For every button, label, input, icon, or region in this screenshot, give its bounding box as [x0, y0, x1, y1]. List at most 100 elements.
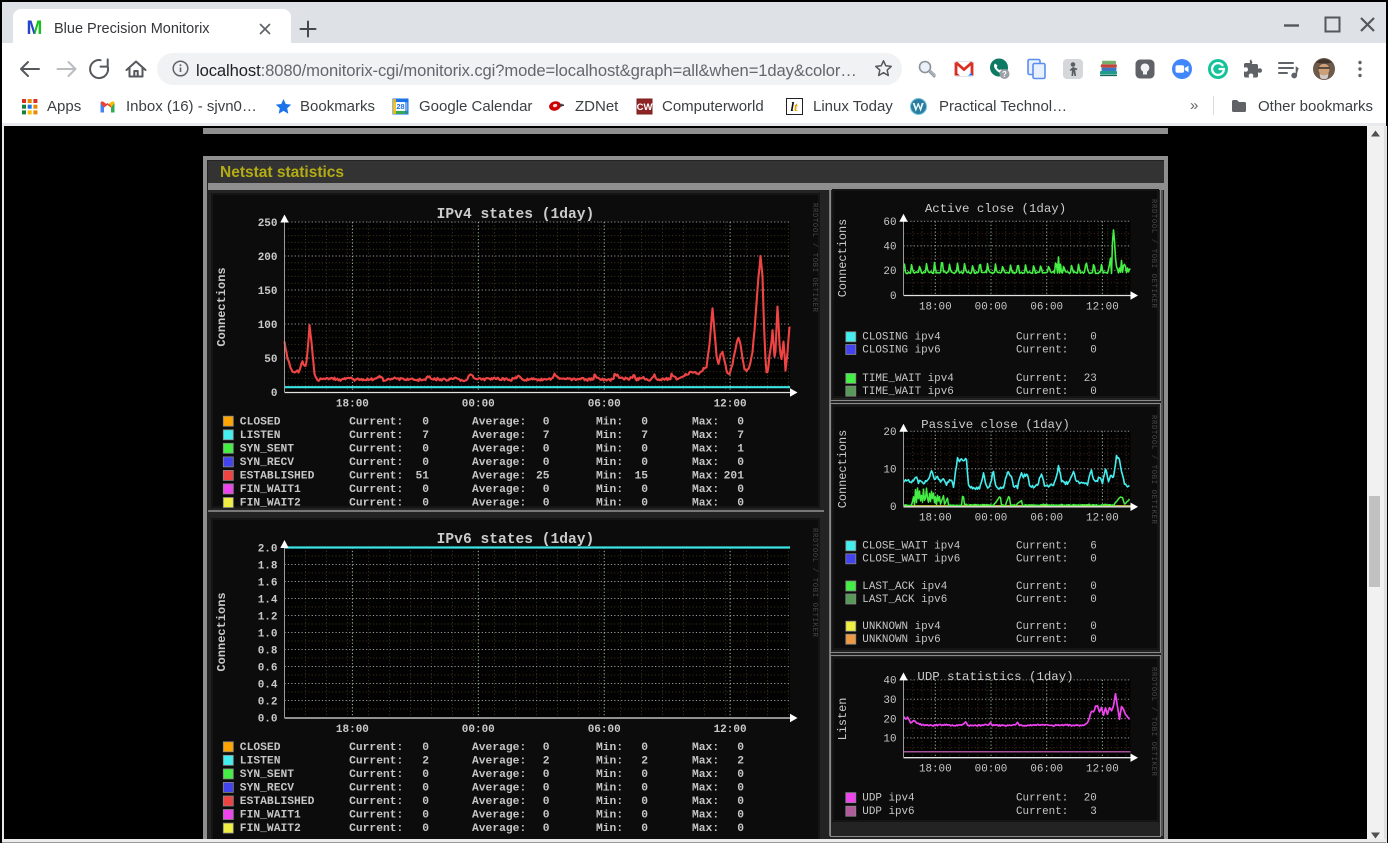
svg-text:60: 60: [883, 217, 896, 229]
svg-text:0: 0: [737, 742, 744, 754]
svg-text:20: 20: [883, 427, 896, 439]
svg-text:SYN_RECV: SYN_RECV: [240, 457, 294, 469]
svg-text:23: 23: [1084, 373, 1097, 385]
svg-text:0: 0: [641, 810, 648, 822]
svg-text:15: 15: [634, 471, 648, 483]
svg-text:00:00: 00:00: [975, 301, 1008, 313]
svg-text:Current:: Current:: [349, 756, 403, 768]
svg-text:28: 28: [396, 102, 404, 111]
svg-text:Max:: Max:: [692, 443, 719, 455]
svg-text:Current:: Current:: [1016, 634, 1068, 646]
svg-text:0: 0: [543, 443, 550, 455]
svg-text:Average:: Average:: [472, 756, 526, 768]
svg-text:0: 0: [422, 796, 429, 808]
svg-text:SYN_SENT: SYN_SENT: [240, 443, 294, 455]
svg-text:150: 150: [258, 286, 278, 298]
svg-text:Current:: Current:: [349, 769, 403, 781]
svg-text:0: 0: [422, 823, 429, 835]
svg-text:0: 0: [1090, 344, 1097, 356]
svg-text:Current:: Current:: [1016, 386, 1068, 398]
svg-text:RRDTOOL / TOBI OETIKER: RRDTOOL / TOBI OETIKER: [810, 528, 818, 638]
svg-text:UNKNOWN ipv4: UNKNOWN ipv4: [862, 621, 940, 633]
svg-text:LAST_ACK ipv4: LAST_ACK ipv4: [862, 581, 947, 593]
svg-text:2.0: 2.0: [258, 543, 278, 555]
svg-text:Min:: Min:: [596, 783, 623, 795]
svg-text:Max:: Max:: [692, 823, 719, 835]
svg-text:FIN_WAIT1: FIN_WAIT1: [240, 484, 301, 496]
svg-text:0: 0: [422, 484, 429, 496]
svg-text:06:00: 06:00: [588, 399, 621, 411]
svg-text:SYN_RECV: SYN_RECV: [240, 783, 294, 795]
svg-text:1.0: 1.0: [258, 628, 278, 640]
svg-text:12:00: 12:00: [1086, 301, 1119, 313]
svg-text:0: 0: [543, 484, 550, 496]
svg-text:UDP ipv6: UDP ipv6: [862, 806, 914, 818]
svg-text:Min:: Min:: [596, 769, 623, 781]
svg-text:0: 0: [737, 796, 744, 808]
svg-text:0: 0: [737, 484, 744, 496]
svg-text:FIN_WAIT1: FIN_WAIT1: [240, 810, 301, 822]
svg-text:Passive close (1day): Passive close (1day): [921, 418, 1070, 432]
svg-text:0.8: 0.8: [258, 645, 278, 657]
svg-text:CLOSING ipv4: CLOSING ipv4: [862, 332, 940, 344]
svg-text:2: 2: [641, 756, 648, 768]
svg-text:0: 0: [737, 457, 744, 469]
svg-text:Min:: Min:: [596, 756, 623, 768]
svg-text:0: 0: [737, 769, 744, 781]
svg-text:Max:: Max:: [692, 498, 719, 508]
svg-text:Active close (1day): Active close (1day): [925, 202, 1066, 216]
svg-text:18:00: 18:00: [919, 764, 952, 776]
svg-text:Average:: Average:: [472, 769, 526, 781]
svg-text:0: 0: [641, 484, 648, 496]
svg-text:IPv6 states (1day): IPv6 states (1day): [437, 532, 595, 548]
svg-text:Current:: Current:: [349, 443, 403, 455]
svg-text:Min:: Min:: [596, 810, 623, 822]
svg-text:00:00: 00:00: [975, 513, 1008, 525]
svg-text:CLOSING ipv6: CLOSING ipv6: [862, 344, 940, 356]
svg-text:40: 40: [883, 242, 896, 254]
svg-text:Min:: Min:: [596, 484, 623, 496]
svg-text:Current:: Current:: [349, 484, 403, 496]
svg-text:0: 0: [543, 498, 550, 508]
svg-text:0: 0: [543, 796, 550, 808]
svg-text:7: 7: [641, 430, 648, 442]
svg-text:0: 0: [422, 810, 429, 822]
svg-text:Connections: Connections: [836, 219, 850, 298]
svg-text:0: 0: [737, 823, 744, 835]
svg-text:Current:: Current:: [349, 498, 403, 508]
svg-text:UDP ipv4: UDP ipv4: [862, 793, 914, 805]
svg-text:Listen: Listen: [836, 698, 850, 741]
svg-text:1.2: 1.2: [258, 611, 278, 623]
svg-text:0: 0: [1090, 386, 1097, 398]
svg-text:TIME_WAIT ipv4: TIME_WAIT ipv4: [862, 373, 954, 385]
svg-text:Min:: Min:: [596, 796, 623, 808]
svg-text:2: 2: [422, 756, 429, 768]
svg-text:Max:: Max:: [692, 484, 719, 496]
svg-text:Max:: Max:: [692, 742, 719, 754]
svg-text:0.0: 0.0: [258, 713, 278, 725]
svg-text:Average:: Average:: [472, 443, 526, 455]
svg-text:Current:: Current:: [349, 810, 403, 822]
svg-text:Average:: Average:: [472, 783, 526, 795]
svg-text:100: 100: [258, 320, 278, 332]
svg-text:Max:: Max:: [692, 457, 719, 469]
svg-text:Current:: Current:: [1016, 621, 1068, 633]
svg-text:0: 0: [1090, 634, 1097, 646]
svg-text:Average:: Average:: [472, 810, 526, 822]
svg-text:Max:: Max:: [692, 810, 719, 822]
svg-text:RRDTOOL / TOBI OETIKER: RRDTOOL / TOBI OETIKER: [1149, 199, 1157, 309]
svg-text:?: ?: [1002, 70, 1007, 79]
svg-text:20: 20: [883, 714, 896, 726]
svg-text:Current:: Current:: [349, 783, 403, 795]
svg-text:RRDTOOL / TOBI OETIKER: RRDTOOL / TOBI OETIKER: [1149, 667, 1157, 777]
svg-text:1: 1: [737, 443, 744, 455]
svg-text:SYN_SENT: SYN_SENT: [240, 769, 294, 781]
svg-text:Current:: Current:: [349, 742, 403, 754]
svg-text:0: 0: [543, 769, 550, 781]
svg-text:18:00: 18:00: [336, 399, 369, 411]
svg-text:Average:: Average:: [472, 742, 526, 754]
svg-text:30: 30: [883, 695, 896, 707]
svg-text:Current:: Current:: [349, 796, 403, 808]
svg-text:00:00: 00:00: [975, 764, 1008, 776]
svg-text:Average:: Average:: [472, 498, 526, 508]
